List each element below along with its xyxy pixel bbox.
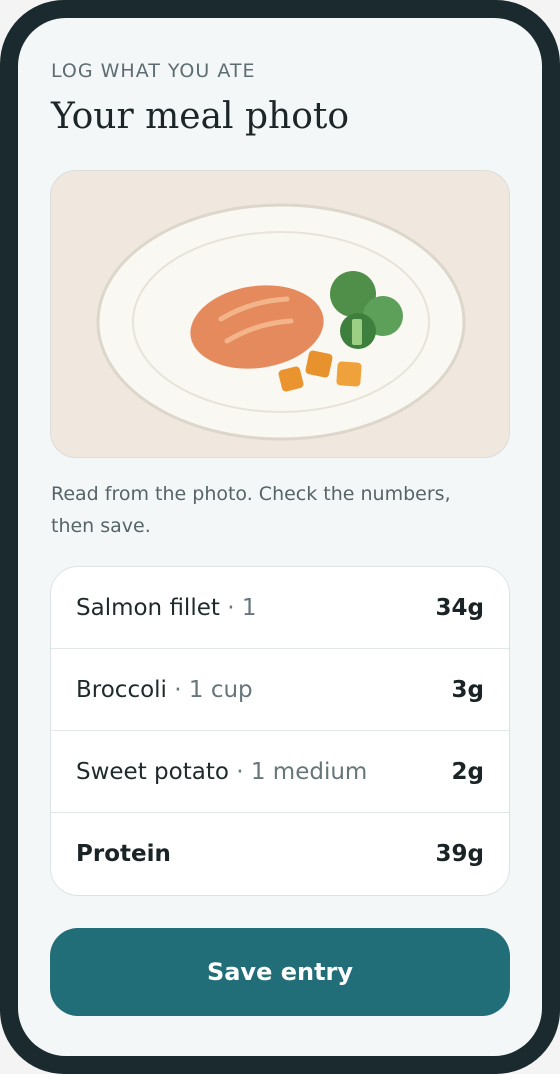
food-name: Salmon fillet: [76, 594, 220, 621]
phone-frame: LOG WHAT YOU ATE Your meal photo Read fr…: [0, 0, 560, 1074]
separator-dot: ·: [227, 594, 235, 621]
food-quantity: 1 cup: [188, 676, 253, 703]
meal-plate-illustration: [96, 203, 466, 441]
food-name-group: Broccoli · 1 cup: [76, 677, 253, 703]
food-row[interactable]: Salmon fillet · 1 34g: [51, 567, 509, 649]
sweet-potato-cube: [336, 361, 362, 387]
nutrition-card: Salmon fillet · 1 34g Broccoli · 1 cup 3…: [50, 566, 510, 896]
protein-amount: 3g: [451, 676, 484, 703]
save-entry-button[interactable]: Save entry: [50, 928, 510, 1016]
food-name: Sweet potato: [76, 758, 229, 785]
app-screen: LOG WHAT YOU ATE Your meal photo Read fr…: [18, 18, 542, 1056]
protein-amount: 34g: [435, 594, 484, 621]
protein-amount: 2g: [451, 758, 484, 785]
meal-photo: [50, 170, 510, 458]
food-name: Broccoli: [76, 676, 167, 703]
food-row[interactable]: Sweet potato · 1 medium 2g: [51, 731, 509, 813]
separator-dot: ·: [174, 676, 182, 703]
protein-total-row: Protein 39g: [51, 813, 509, 895]
total-amount: 39g: [435, 841, 484, 867]
page-title: Your meal photo: [51, 96, 350, 137]
total-label: Protein: [76, 841, 171, 867]
food-name-group: Sweet potato · 1 medium: [76, 759, 367, 785]
photo-caption: Read from the photo. Check the numbers, …: [51, 483, 451, 537]
sweet-potato-cube: [305, 350, 333, 378]
food-name-group: Salmon fillet · 1: [76, 595, 256, 621]
separator-dot: ·: [236, 758, 244, 785]
section-kicker: LOG WHAT YOU ATE: [51, 60, 256, 82]
food-quantity: 1 medium: [250, 758, 368, 785]
broccoli-stem: [352, 319, 362, 345]
food-row[interactable]: Broccoli · 1 cup 3g: [51, 649, 509, 731]
food-quantity: 1: [241, 594, 257, 621]
